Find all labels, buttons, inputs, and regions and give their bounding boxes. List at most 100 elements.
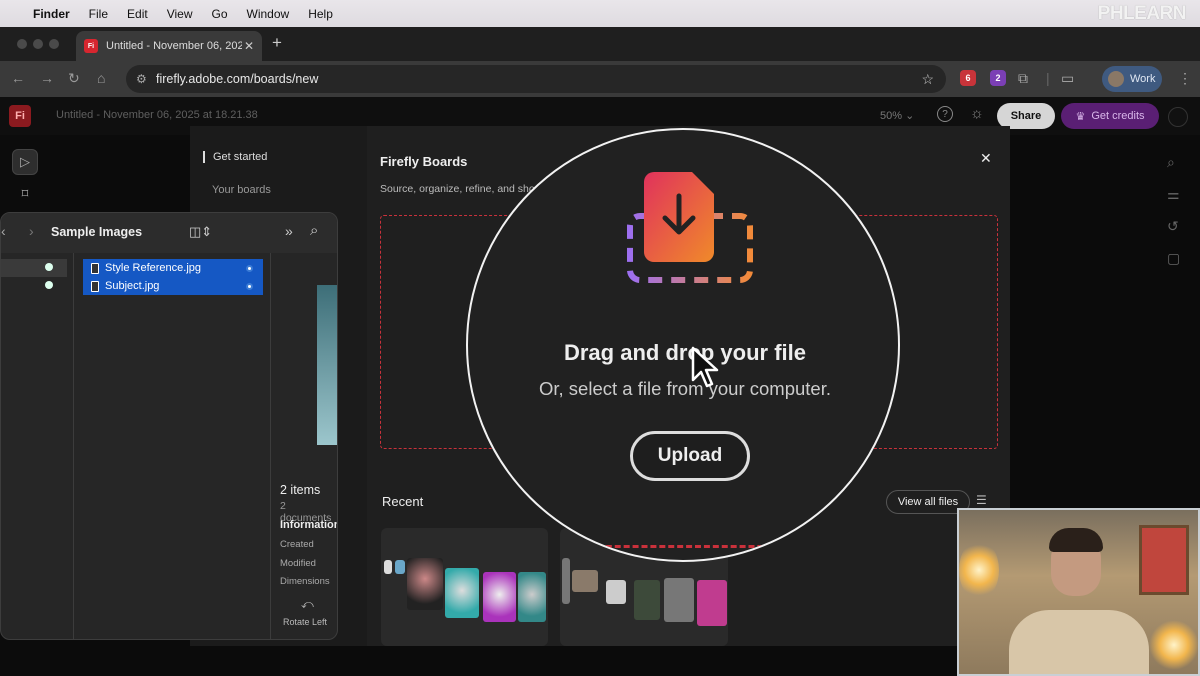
finder-column xyxy=(75,253,271,639)
file-name: Subject.jpg xyxy=(105,280,160,292)
sync-status-icon xyxy=(246,282,253,290)
recent-board-card[interactable] xyxy=(381,528,548,646)
presenter-shirt xyxy=(1009,610,1149,674)
reading-list-icon[interactable]: ▭ xyxy=(1061,70,1074,87)
menu-window[interactable]: Window xyxy=(247,7,290,21)
thumbnail xyxy=(697,580,727,626)
help-icon[interactable]: ? xyxy=(937,106,953,122)
status-dot-icon xyxy=(45,263,53,271)
rotate-left-icon[interactable]: ⤺ xyxy=(301,597,314,612)
menu-view[interactable]: View xyxy=(167,7,193,21)
back-icon[interactable]: ← xyxy=(11,70,25,86)
site-settings-icon[interactable]: ⚙ xyxy=(136,72,147,86)
extension-p-icon[interactable]: 2 xyxy=(990,70,1006,86)
lamp-glow xyxy=(1149,620,1198,670)
wall-art xyxy=(1139,525,1189,595)
lightbulb-icon[interactable]: ☼ xyxy=(970,105,984,122)
close-window-button[interactable] xyxy=(17,39,27,49)
status-dot-icon xyxy=(45,281,53,289)
finder-file-row[interactable]: Subject.jpg xyxy=(83,277,263,295)
bookmark-star-icon[interactable]: ☆ xyxy=(921,71,934,88)
finder-file-row[interactable]: Style Reference.jpg xyxy=(83,259,263,277)
thumbnail xyxy=(634,580,660,620)
nav-your-boards[interactable]: Your boards xyxy=(212,184,271,196)
document-title[interactable]: Untitled - November 06, 2025 at 18.21.38 xyxy=(56,109,258,121)
column-view-icon[interactable]: ◫⇕ xyxy=(189,224,212,240)
extension-badge-icon[interactable]: 6 xyxy=(960,70,976,86)
address-bar[interactable]: ⚙ firefly.adobe.com/boards/new ☆ xyxy=(126,65,946,93)
dialog-title: Firefly Boards xyxy=(380,154,468,169)
browser-tab[interactable]: Fi Untitled - November 06, 2025 ✕ xyxy=(76,31,262,61)
thumbnail xyxy=(407,558,443,610)
menu-edit[interactable]: Edit xyxy=(127,7,148,21)
home-icon[interactable]: ⌂ xyxy=(97,70,105,86)
file-preview-image xyxy=(317,285,337,445)
url-text: firefly.adobe.com/boards/new xyxy=(156,72,319,86)
menu-finder[interactable]: Finder xyxy=(33,7,70,21)
zoom-window-button[interactable] xyxy=(49,39,59,49)
close-tab-icon[interactable]: ✕ xyxy=(244,39,254,53)
firefly-tab-icon: Fi xyxy=(84,39,98,53)
information-heading: Information xyxy=(280,519,338,531)
profile-button[interactable]: Work xyxy=(1102,66,1162,92)
finder-column xyxy=(1,253,74,639)
meta-dimensions: Dimensions xyxy=(280,576,330,587)
menu-file[interactable]: File xyxy=(89,7,108,21)
sync-status-icon xyxy=(246,264,253,272)
extensions-puzzle-icon[interactable]: ⧉ xyxy=(1018,70,1028,87)
thumbnail xyxy=(572,570,598,592)
mouse-cursor-icon xyxy=(691,346,719,388)
browser-toolbar: ← → ↻ ⌂ ⚙ firefly.adobe.com/boards/new ☆… xyxy=(0,61,1200,97)
adjustments-icon[interactable]: ⚌ xyxy=(1167,186,1180,203)
rotate-left-label[interactable]: Rotate Left xyxy=(283,617,327,627)
upload-file-icon xyxy=(627,172,753,283)
profile-label: Work xyxy=(1130,73,1156,85)
search-icon[interactable]: ⌕ xyxy=(310,222,318,239)
minimize-window-button[interactable] xyxy=(33,39,43,49)
forward-icon[interactable]: → xyxy=(40,70,54,86)
chevron-down-icon: ⌄ xyxy=(905,110,915,122)
user-avatar[interactable] xyxy=(1168,107,1188,127)
webcam-overlay xyxy=(957,508,1200,676)
reload-icon[interactable]: ↻ xyxy=(68,70,80,87)
zoom-value: 50% xyxy=(880,110,903,122)
close-icon[interactable]: ✕ xyxy=(980,150,992,167)
image-file-icon xyxy=(91,280,99,292)
forward-icon[interactable]: › xyxy=(29,223,34,239)
finder-toolbar: ‹ › Sample Images ◫⇕ » ⌕ xyxy=(1,213,337,253)
browser-menu-icon[interactable]: ⋮ xyxy=(1178,70,1192,87)
thumbnail xyxy=(483,572,516,622)
presenter-hair xyxy=(1049,528,1103,552)
list-view-icon[interactable]: ☰ xyxy=(976,493,987,507)
screen: Finder File Edit View Go Window Help PHL… xyxy=(0,0,1200,676)
lamp-glow xyxy=(959,540,999,600)
drop-subtitle: Or, select a file from your computer. xyxy=(539,378,831,399)
get-credits-label: Get credits xyxy=(1091,110,1145,122)
finder-folder-row[interactable] xyxy=(1,259,67,277)
upload-button[interactable]: Upload xyxy=(630,431,750,481)
magnifier-lens: Drag and drop your file Or, select a fil… xyxy=(466,128,900,562)
get-credits-button[interactable]: ♛ Get credits xyxy=(1061,103,1159,129)
new-tab-button[interactable]: + xyxy=(272,33,282,53)
mac-menubar: Finder File Edit View Go Window Help xyxy=(0,0,1200,27)
thumbnail xyxy=(606,580,626,604)
comment-icon[interactable]: ▢ xyxy=(1167,250,1180,267)
search-icon[interactable]: ⌕ xyxy=(1167,154,1175,171)
menu-help[interactable]: Help xyxy=(308,7,333,21)
back-icon[interactable]: ‹ xyxy=(1,223,6,239)
thumbnail xyxy=(395,560,405,574)
thumbnail xyxy=(664,578,694,622)
select-tool-icon[interactable]: ▷ xyxy=(12,149,38,175)
profile-avatar xyxy=(1108,71,1124,87)
nav-get-started[interactable]: Get started xyxy=(203,151,267,163)
firefly-logo[interactable]: Fi xyxy=(9,105,31,127)
finder-title: Sample Images xyxy=(51,225,143,239)
more-icon[interactable]: » xyxy=(285,223,293,239)
thumbnail xyxy=(384,560,392,574)
zoom-level[interactable]: 50% ⌄ xyxy=(880,109,914,122)
finder-window: ‹ › Sample Images ◫⇕ » ⌕ Style Reference… xyxy=(0,212,338,640)
menu-go[interactable]: Go xyxy=(212,7,228,21)
crop-tool-icon[interactable]: ⌑ xyxy=(12,181,38,207)
thumbnail xyxy=(518,572,546,622)
history-icon[interactable]: ↺ xyxy=(1167,218,1179,235)
